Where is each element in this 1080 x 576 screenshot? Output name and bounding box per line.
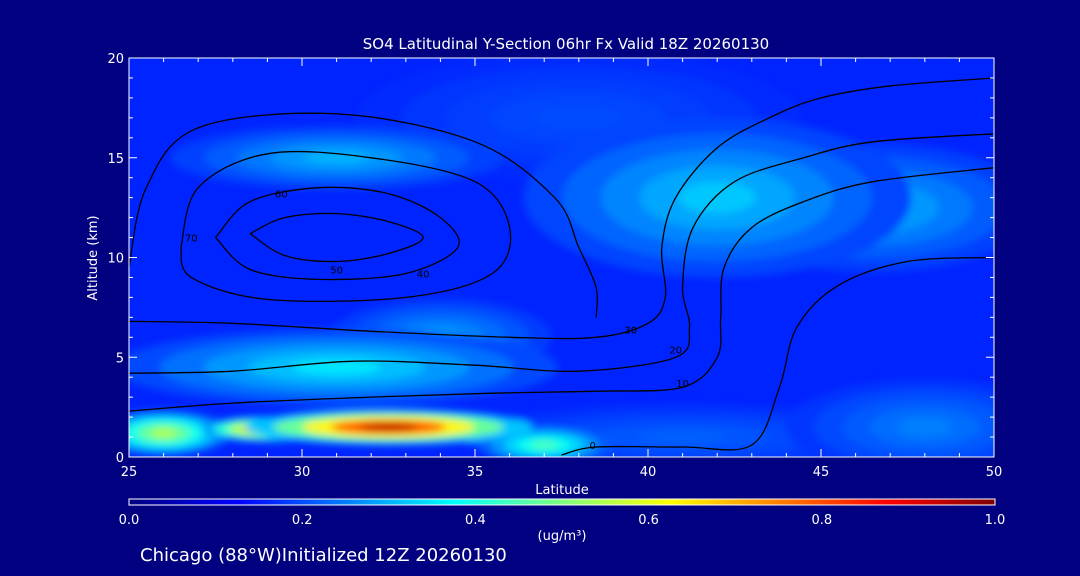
concentration-blob xyxy=(170,125,503,190)
x-tick-label: 35 xyxy=(467,465,484,480)
colorbar-tick-label: 0.6 xyxy=(638,513,659,528)
y-tick-label: 0 xyxy=(116,451,124,466)
x-tick-label: 40 xyxy=(640,465,657,480)
colorbar-tick-label: 0.8 xyxy=(811,513,832,528)
colorbar-tick-label: 0.0 xyxy=(119,513,140,528)
y-tick-label: 10 xyxy=(107,252,124,267)
concentration-level xyxy=(678,181,756,214)
plot-area: 70 60 50 40 30 20 10 0 xyxy=(129,58,994,457)
contour-label: 30 xyxy=(624,325,637,336)
colorbar-unit: (ug/m³) xyxy=(538,529,587,544)
concentration-blob xyxy=(244,409,533,445)
concentration-level xyxy=(150,428,177,438)
colorbar-ramp xyxy=(128,498,996,506)
contour-label: 0 xyxy=(589,441,595,452)
y-axis-label: Altitude (km) xyxy=(86,215,101,300)
footer-caption: Chicago (88°W)Initialized 12Z 20260130 xyxy=(140,545,507,566)
contour-label: 40 xyxy=(417,269,430,280)
x-tick-label: 45 xyxy=(813,465,830,480)
contour-label: 70 xyxy=(185,234,198,245)
concentration-level xyxy=(530,441,558,449)
contour-label: 60 xyxy=(275,190,288,201)
colorbar-tick-label: 0.4 xyxy=(465,513,486,528)
chart-title: SO4 Latitudinal Y-Section 06hr Fx Valid … xyxy=(363,35,769,53)
concentration-level xyxy=(897,417,953,437)
colorbar-tick-label: 1.0 xyxy=(985,513,1006,528)
concentration-level xyxy=(534,105,624,131)
x-tick-label: 30 xyxy=(294,465,311,480)
x-tick-label: 50 xyxy=(986,465,1003,480)
contour-label: 50 xyxy=(330,265,343,276)
colorbar-tick-label: 0.2 xyxy=(292,513,313,528)
contour-label: 20 xyxy=(669,345,682,356)
y-tick-label: 15 xyxy=(107,152,124,167)
concentration-blob xyxy=(786,379,994,457)
y-tick-label: 5 xyxy=(116,351,124,366)
colorbar-ticks: 0.0 0.2 0.4 0.6 0.8 1.0 xyxy=(119,513,1006,528)
concentration-level xyxy=(638,430,727,444)
y-tick-label: 20 xyxy=(107,52,124,67)
concentration-blob xyxy=(129,328,558,406)
contour-label: 10 xyxy=(676,379,689,390)
x-axis-label: Latitude xyxy=(535,483,589,498)
concentration-level xyxy=(359,423,418,431)
colorbar: 0.0 0.2 0.4 0.6 0.8 1.0 (ug/m³) xyxy=(119,498,1006,544)
x-tick-label: 25 xyxy=(121,465,138,480)
chart: SO4 Latitudinal Y-Section 06hr Fx Valid … xyxy=(86,35,1006,566)
